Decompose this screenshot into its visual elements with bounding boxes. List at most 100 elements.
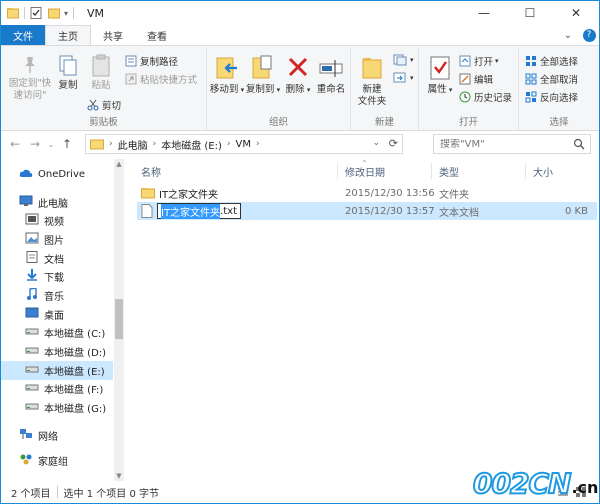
- copy-to-button[interactable]: 复制到 ▾: [245, 54, 281, 96]
- column-divider[interactable]: [337, 163, 338, 179]
- back-button[interactable]: ←: [5, 137, 25, 151]
- history-button[interactable]: 历史记录: [459, 90, 512, 104]
- minimize-button[interactable]: —: [461, 1, 507, 25]
- title-bar: ▾ VM — ☐ ✕: [1, 1, 599, 25]
- watermark-logo: 002CN: [472, 466, 572, 501]
- column-divider[interactable]: [525, 163, 526, 179]
- new-folder-button[interactable]: 新建 文件夹: [355, 54, 389, 108]
- item-count: 2 个项目: [11, 488, 51, 500]
- move-to-button[interactable]: 移动到 ▾: [209, 54, 245, 96]
- file-row-text[interactable]: IT之家文件夹 .txt 2015/12/30 13:57 文本文档 0 KB: [137, 202, 597, 220]
- scrollbar-thumb[interactable]: [115, 299, 123, 339]
- sidebar-item-11[interactable]: 本地磁盘 (F:): [1, 379, 113, 398]
- tab-home[interactable]: 主页: [45, 25, 91, 45]
- refresh-icon[interactable]: ⟳: [389, 137, 398, 150]
- invert-selection-button[interactable]: 反向选择: [525, 90, 578, 104]
- breadcrumb-this-pc[interactable]: 此电脑: [118, 137, 148, 152]
- sidebar-item-3[interactable]: 图片: [1, 230, 113, 249]
- new-item-button[interactable]: ▾: [393, 54, 414, 66]
- rename-selected-text: IT之家文件夹: [161, 203, 221, 219]
- properties-icon: [430, 56, 450, 80]
- sidebar-item-10[interactable]: 本地磁盘 (E:): [1, 361, 113, 380]
- pin-quick-access-button[interactable]: 固定到"快速访问": [5, 54, 55, 102]
- breadcrumb-separator[interactable]: ›: [153, 139, 157, 149]
- breadcrumb-separator[interactable]: ›: [256, 139, 260, 149]
- sidebar-item-label: 视频: [44, 217, 64, 228]
- up-button[interactable]: ↑: [57, 137, 77, 151]
- video-icon: [25, 213, 39, 228]
- breadcrumb-separator[interactable]: ›: [109, 139, 113, 149]
- paste-shortcut-label: 粘贴快捷方式: [140, 75, 198, 86]
- chevron-down-icon[interactable]: ⌄: [557, 25, 579, 45]
- sidebar-item-label: 本地磁盘 (E:): [44, 367, 105, 378]
- scroll-down-icon[interactable]: ▼: [114, 472, 124, 480]
- cut-label: 剪切: [102, 101, 122, 112]
- sidebar-item-4[interactable]: 文档: [1, 249, 113, 268]
- close-button[interactable]: ✕: [553, 1, 599, 25]
- properties-button[interactable]: 属性 ▾: [425, 54, 455, 96]
- search-box[interactable]: [433, 134, 591, 154]
- tab-file[interactable]: 文件: [1, 25, 45, 45]
- chevron-down-icon[interactable]: ▾: [64, 9, 68, 18]
- new-folder-icon[interactable]: [48, 7, 60, 19]
- column-modified[interactable]: 修改日期: [339, 159, 431, 183]
- easy-access-button[interactable]: ▾: [393, 72, 414, 84]
- copy-button[interactable]: 复制: [55, 54, 81, 92]
- sidebar-item-5[interactable]: 下载: [1, 267, 113, 286]
- sidebar-item-1[interactable]: 此电脑: [1, 193, 113, 212]
- copy-path-button[interactable]: 复制路径: [125, 54, 178, 68]
- column-type[interactable]: 类型: [433, 159, 525, 183]
- open-button[interactable]: 打开 ▾: [459, 54, 499, 68]
- sidebar-item-8[interactable]: 本地磁盘 (C:): [1, 323, 113, 342]
- cut-button[interactable]: 剪切: [87, 98, 121, 112]
- delete-label: 删除: [285, 84, 305, 95]
- sidebar-item-12[interactable]: 本地磁盘 (G:): [1, 398, 113, 417]
- help-button[interactable]: ?: [579, 25, 599, 45]
- properties-check-icon[interactable]: [30, 7, 42, 19]
- watermark: 002CN .cn: [472, 466, 598, 501]
- maximize-button[interactable]: ☐: [507, 1, 553, 25]
- file-name-cell: IT之家文件夹: [141, 184, 218, 202]
- recent-locations-button[interactable]: ⌄: [45, 140, 57, 149]
- folder-icon[interactable]: [7, 7, 19, 19]
- select-all-button[interactable]: 全部选择: [525, 54, 578, 68]
- sidebar-item-14[interactable]: 家庭组: [1, 451, 113, 470]
- column-size[interactable]: 大小: [527, 159, 587, 183]
- search-input[interactable]: [440, 138, 570, 150]
- paste-shortcut-button[interactable]: 粘贴快捷方式: [125, 72, 197, 86]
- select-none-button[interactable]: 全部取消: [525, 72, 578, 86]
- tab-share[interactable]: 共享: [91, 25, 135, 45]
- sidebar-item-6[interactable]: 音乐: [1, 286, 113, 305]
- file-row-folder[interactable]: IT之家文件夹 2015/12/30 13:56 文件夹: [137, 184, 597, 202]
- sidebar-item-13[interactable]: 网络: [1, 426, 113, 445]
- rename-button[interactable]: 重命名: [313, 54, 349, 96]
- column-name[interactable]: 名称: [135, 159, 335, 183]
- paste-button[interactable]: 粘贴: [87, 54, 115, 92]
- edit-button[interactable]: 编辑: [459, 72, 493, 86]
- drive-icon: [25, 363, 39, 378]
- breadcrumb-drive-e[interactable]: 本地磁盘 (E:): [161, 137, 222, 152]
- select-all-label: 全部选择: [540, 57, 579, 68]
- column-divider[interactable]: [431, 163, 432, 179]
- select-group-label: 选择: [549, 117, 569, 128]
- ribbon-tabs: 文件 主页 共享 查看 ⌄ ?: [1, 25, 599, 45]
- properties-label: 属性: [427, 84, 447, 95]
- chevron-down-icon: ▾: [274, 86, 281, 94]
- sidebar-item-9[interactable]: 本地磁盘 (D:): [1, 342, 113, 361]
- scroll-up-icon[interactable]: ▲: [114, 160, 124, 168]
- rename-field[interactable]: IT之家文件夹 .txt: [157, 203, 242, 219]
- breadcrumb-separator[interactable]: ›: [227, 139, 231, 149]
- organize-group: 移动到 ▾ 复制到 ▾ 删除 ▾ 重命名 组织: [207, 48, 351, 130]
- sidebar-item-0[interactable]: OneDrive: [1, 165, 113, 184]
- paste-shortcut-icon: [125, 73, 137, 85]
- forward-button[interactable]: →: [25, 137, 45, 151]
- tab-view[interactable]: 查看: [135, 25, 179, 45]
- address-bar[interactable]: › 此电脑 › 本地磁盘 (E:) › VM › ⌄ ⟳: [85, 134, 403, 154]
- nav-pane-scrollbar[interactable]: ▲ ▼: [114, 159, 124, 481]
- breadcrumb-vm[interactable]: VM: [236, 139, 251, 150]
- delete-button[interactable]: 删除 ▾: [285, 54, 311, 96]
- sidebar-item-2[interactable]: 视频: [1, 211, 113, 230]
- sidebar-item-7[interactable]: 桌面: [1, 305, 113, 324]
- sidebar-item-label: 桌面: [44, 311, 64, 322]
- address-dropdown-icon[interactable]: ⌄: [372, 138, 380, 148]
